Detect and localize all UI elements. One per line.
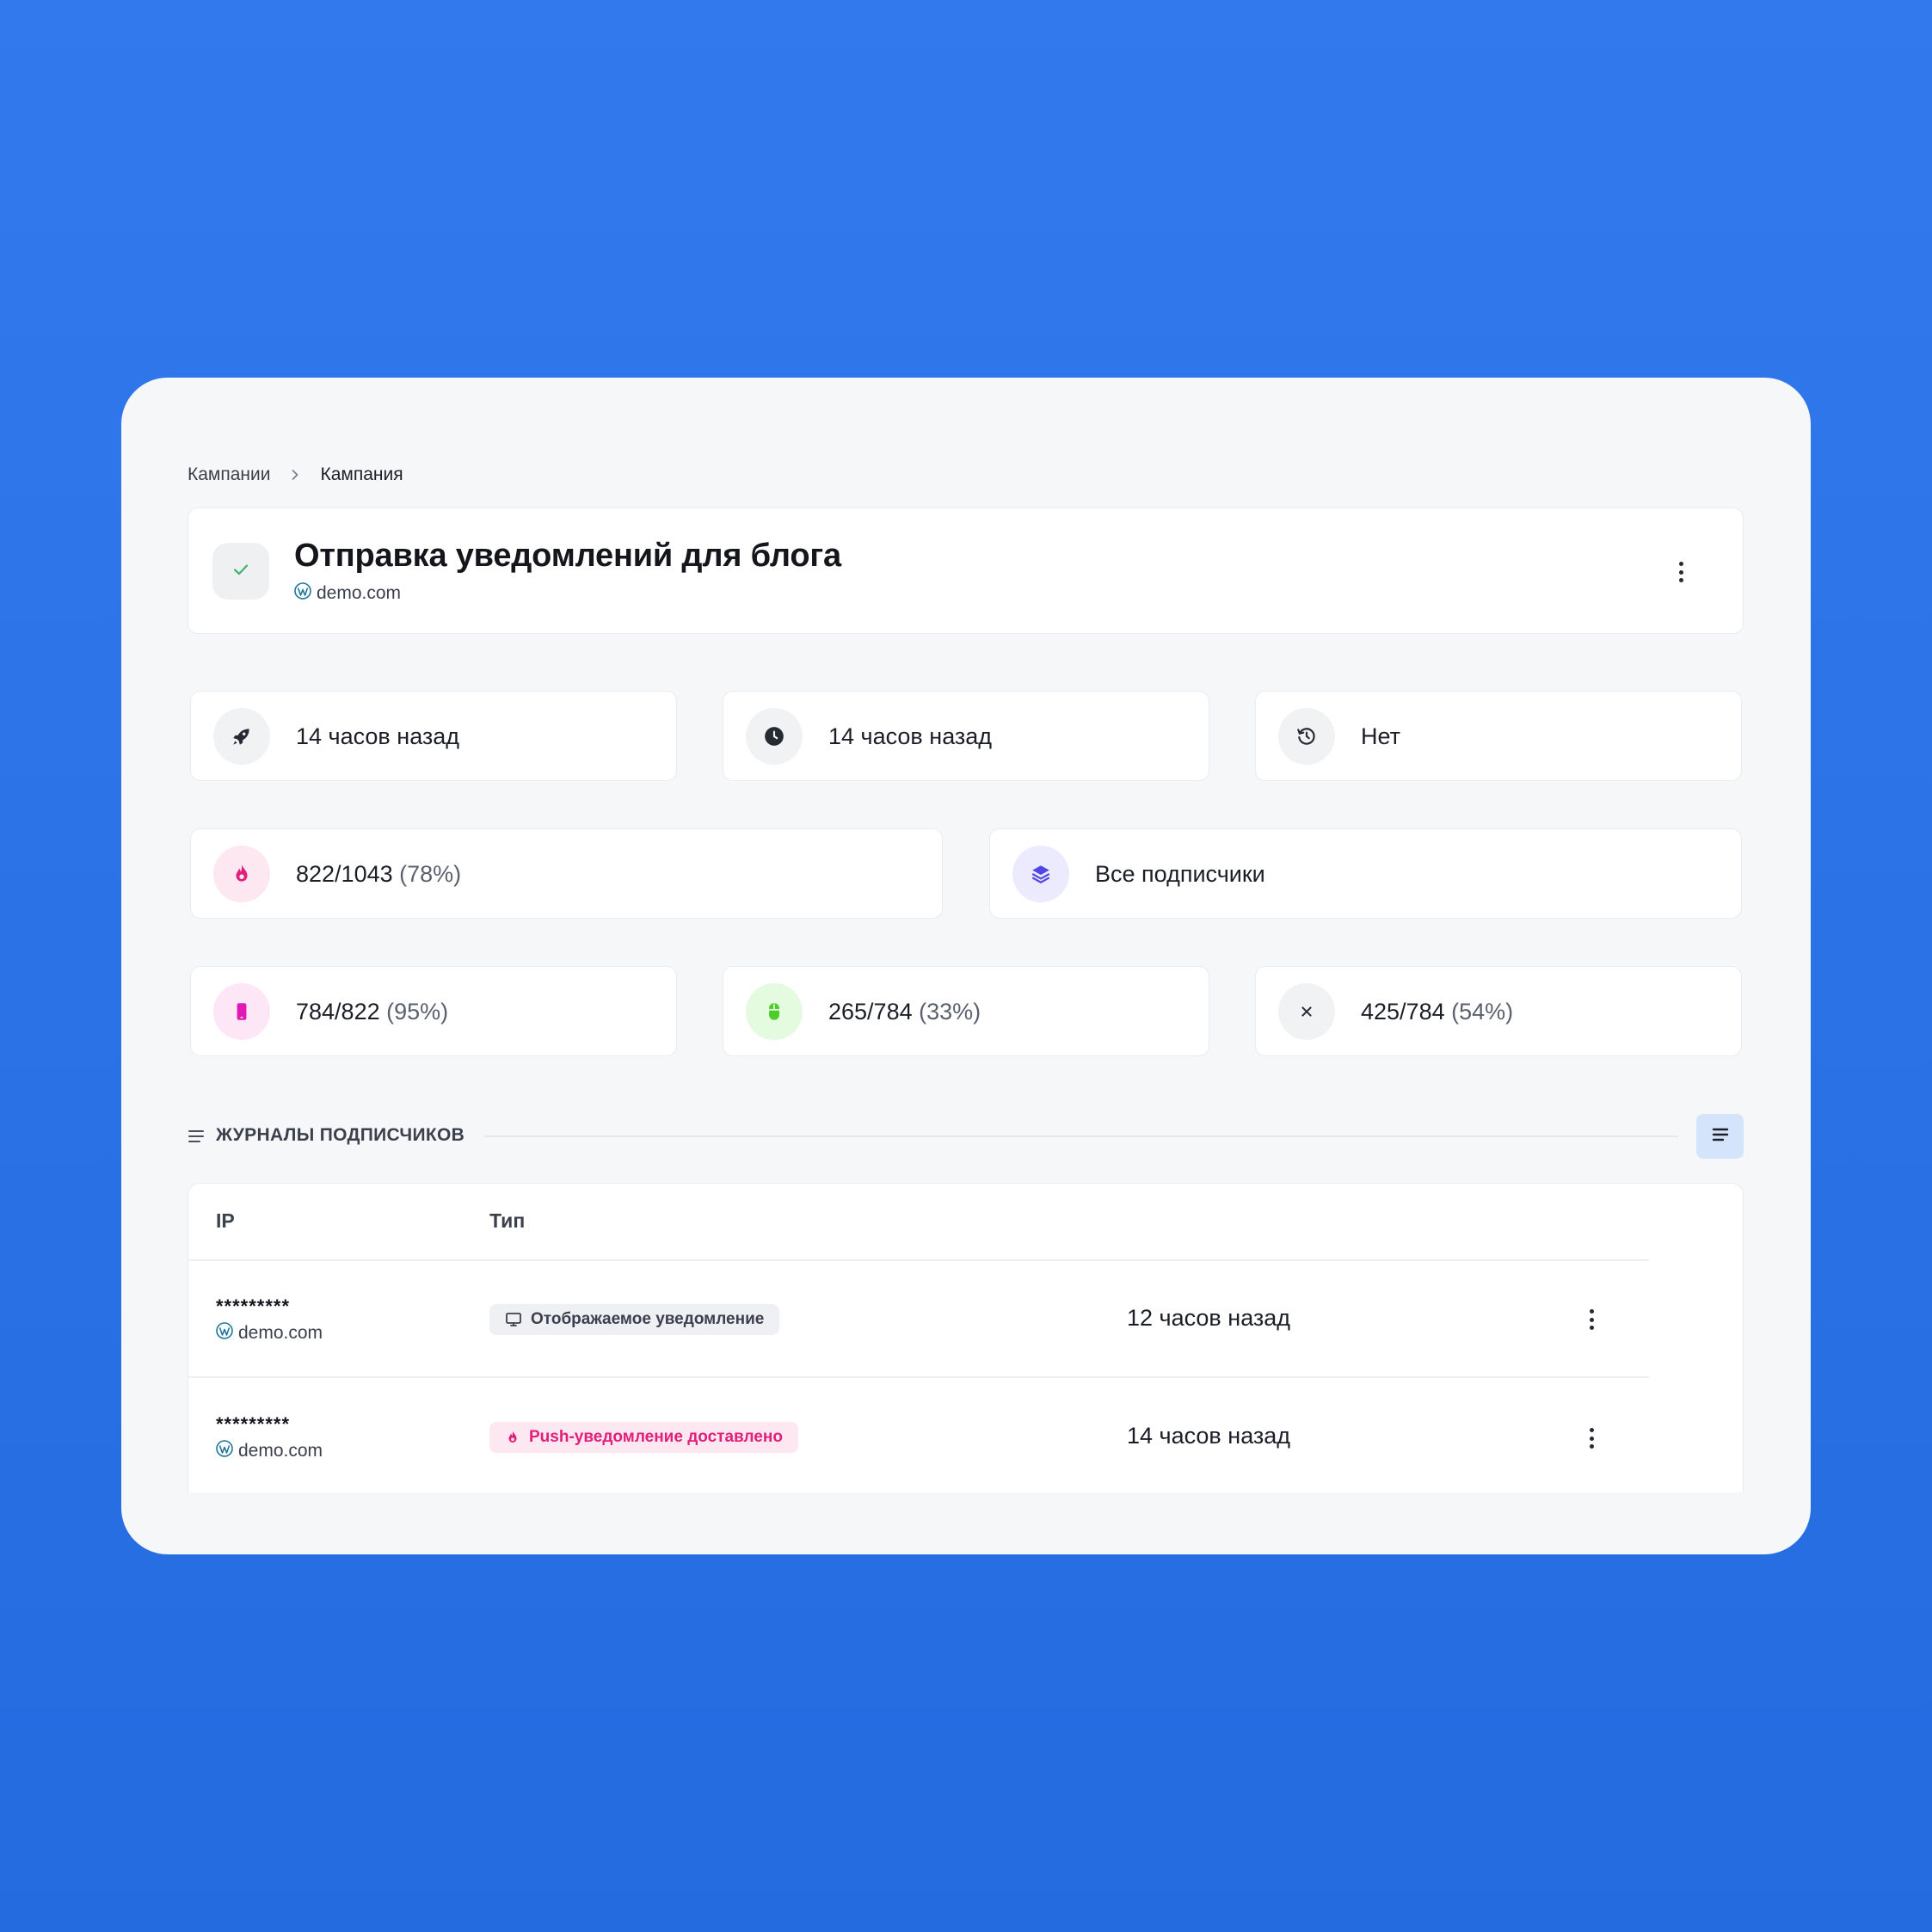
row-ip: ********* — [216, 1413, 291, 1435]
row-site-label: demo.com — [238, 1441, 323, 1461]
column-header-type: Тип — [489, 1209, 526, 1232]
stat-delivered-value: 822/1043 — [296, 861, 393, 887]
stat-repeat-text: Нет — [1361, 723, 1400, 749]
stat-clicked: 265/784 (33%) — [723, 966, 1209, 1056]
campaign-card: Кампании Кампания Отправка уведомлений д… — [121, 378, 1811, 1554]
stat-delivered: 822/1043 (78%) — [190, 828, 943, 919]
fire-icon — [213, 846, 270, 902]
type-badge-label: Отображаемое уведомление — [531, 1310, 765, 1328]
breadcrumb-campaigns-link[interactable]: Кампании — [188, 465, 270, 485]
row-more-options-icon[interactable] — [1586, 1428, 1597, 1449]
more-options-icon[interactable] — [1676, 562, 1686, 582]
chevron-right-icon — [289, 469, 301, 481]
stat-delivered-text: 822/1043 (78%) — [296, 829, 461, 920]
stat-displayed-text: 784/822 (95%) — [296, 967, 448, 1057]
page-title: Отправка уведомлений для блога — [294, 538, 841, 574]
campaign-header: Отправка уведомлений для блога demo.com — [188, 508, 1744, 634]
stat-sent-time-text: 14 часов назад — [296, 723, 460, 749]
stat-delivered-percent: (78%) — [399, 861, 462, 887]
breadcrumb: Кампании Кампания — [188, 461, 403, 489]
row-site: demo.com — [216, 1322, 323, 1344]
stat-closed-value: 425/784 — [1361, 999, 1445, 1024]
fire-icon — [505, 1430, 520, 1445]
close-icon — [1278, 983, 1335, 1040]
section-title: ЖУРНАЛЫ ПОДПИСЧИКОВ — [216, 1125, 465, 1145]
phone-icon — [213, 983, 270, 1040]
row-ip: ********* — [216, 1295, 291, 1317]
campaign-site: demo.com — [294, 582, 401, 605]
section-divider — [484, 1135, 1678, 1137]
row-site-label: demo.com — [238, 1323, 323, 1343]
row-more-options-icon[interactable] — [1586, 1309, 1597, 1330]
view-toggle-button[interactable] — [1696, 1114, 1744, 1159]
rocket-icon — [213, 708, 270, 765]
list-icon — [188, 1129, 205, 1148]
mouse-icon — [746, 983, 803, 1040]
stat-displayed-value: 784/822 — [296, 999, 380, 1024]
breadcrumb-current: Кампания — [320, 465, 403, 484]
stat-closed-percent: (54%) — [1451, 999, 1514, 1024]
subscriber-logs-table: IP Тип ********* demo.com Отображаемое у… — [188, 1183, 1744, 1492]
row-site: demo.com — [216, 1440, 323, 1462]
history-icon — [1278, 708, 1335, 765]
stat-displayed: 784/822 (95%) — [190, 966, 677, 1056]
stat-closed: 425/784 (54%) — [1255, 966, 1742, 1056]
stat-clicked-value: 265/784 — [828, 999, 913, 1024]
type-badge: Push-уведомление доставлено — [489, 1422, 798, 1453]
column-header-ip: IP — [216, 1209, 235, 1232]
stat-clicked-text: 265/784 (33%) — [828, 967, 981, 1057]
wordpress-icon — [216, 1440, 233, 1462]
stat-sent-time: 14 часов назад — [190, 691, 677, 781]
monitor-icon — [505, 1312, 522, 1327]
stat-scheduled-time: 14 часов назад — [723, 691, 1209, 781]
subscriber-logs-header: ЖУРНАЛЫ ПОДПИСЧИКОВ — [188, 1114, 1744, 1159]
layers-icon — [1012, 846, 1069, 902]
row-time: 12 часов назад — [1127, 1305, 1291, 1331]
check-icon — [231, 559, 251, 584]
stat-scheduled-time-text: 14 часов назад — [828, 723, 993, 749]
clock-icon — [746, 708, 803, 765]
stat-clicked-percent: (33%) — [919, 999, 981, 1024]
header-divider — [188, 1259, 1649, 1261]
campaign-site-label: demo.com — [317, 583, 402, 603]
wordpress-icon — [216, 1322, 233, 1344]
stat-audience-text: Все подписчики — [1095, 861, 1265, 887]
row-divider — [188, 1376, 1649, 1378]
type-badge-label: Push-уведомление доставлено — [529, 1428, 783, 1446]
stat-audience: Все подписчики — [989, 828, 1742, 919]
stat-repeat: Нет — [1255, 691, 1742, 781]
stat-displayed-percent: (95%) — [386, 999, 449, 1024]
row-time: 14 часов назад — [1127, 1423, 1291, 1449]
align-left-icon — [1711, 1126, 1730, 1148]
wordpress-icon — [294, 582, 311, 605]
status-badge — [212, 543, 269, 600]
stat-closed-text: 425/784 (54%) — [1361, 967, 1513, 1057]
type-badge: Отображаемое уведомление — [489, 1304, 780, 1335]
